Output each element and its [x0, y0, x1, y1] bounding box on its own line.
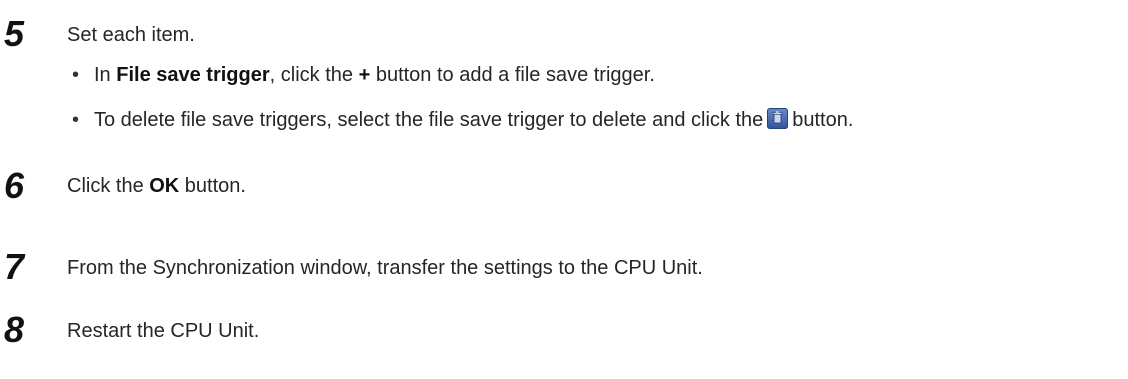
- step-text: From the Synchronization window, transfe…: [67, 257, 703, 279]
- bullet-text-pre: In: [94, 64, 117, 86]
- step-number: 7: [4, 246, 25, 287]
- step-text: Click the OK button.: [67, 174, 246, 198]
- bullet-dot: •: [72, 64, 80, 86]
- step-text: Restart the CPU Unit.: [67, 320, 260, 342]
- bullet-bold-term: File save trigger: [116, 64, 270, 86]
- bullet-item: • To delete file save triggers, select th…: [72, 108, 853, 132]
- bullet-text-post: button.: [792, 109, 854, 131]
- bullet-text-pre: To delete file save triggers, select the…: [94, 109, 764, 131]
- step-number: 5: [4, 13, 25, 54]
- step-number: 8: [4, 309, 25, 350]
- step-number: 6: [4, 165, 25, 206]
- step-text-post: button.: [179, 175, 246, 197]
- step-text-pre: Click the: [67, 175, 150, 197]
- bullet-item: • In File save trigger, click the + butto…: [72, 63, 655, 87]
- ok-label: OK: [149, 175, 180, 197]
- bullet-dot: •: [72, 109, 80, 131]
- bullet-text-mid: , click the: [269, 64, 359, 86]
- plus-symbol: +: [358, 64, 371, 86]
- trash-icon: [767, 108, 789, 129]
- step-text: Set each item.: [67, 24, 195, 46]
- bullet-text-post: button to add a file save trigger.: [370, 64, 655, 86]
